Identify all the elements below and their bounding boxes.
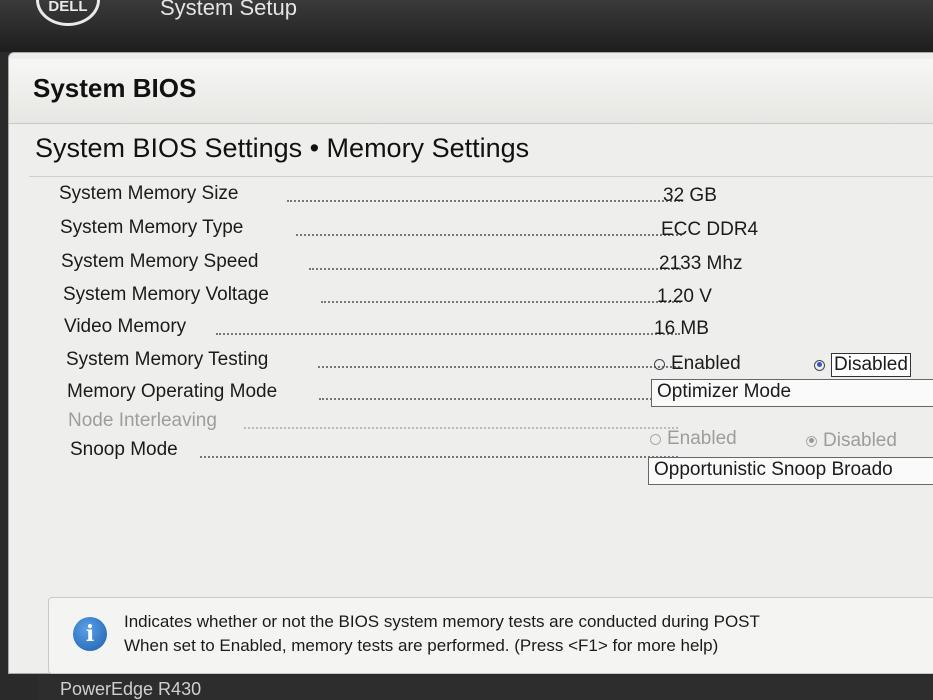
- leader-dots: [296, 234, 682, 236]
- setting-value: 1.20 V: [657, 286, 712, 307]
- leader-dots: [216, 333, 680, 335]
- model-name: PowerEdge R430: [60, 679, 202, 699]
- info-icon: i: [73, 617, 107, 651]
- setting-value: 2133 Mhz: [659, 253, 743, 274]
- top-bar: DELL System Setup: [0, 0, 933, 52]
- setting-row-memory-testing: System Memory Testing Enabled Disabled: [66, 349, 933, 377]
- leader-dots: [200, 456, 678, 458]
- app-title: System Setup: [160, 0, 297, 20]
- setting-label: Memory Operating Mode: [67, 381, 278, 402]
- page-title: System BIOS: [33, 73, 197, 103]
- main-panel: System BIOS System BIOS Settings • Memor…: [8, 52, 933, 674]
- leader-dots: [287, 200, 683, 202]
- page-header: System BIOS: [9, 59, 933, 124]
- setting-row-snoop-mode: Snoop Mode Opportunistic Snoop Broado: [70, 439, 933, 485]
- help-text-line-1: Indicates whether or not the BIOS system…: [124, 612, 760, 631]
- leader-dots: [309, 268, 681, 270]
- setting-label: System Memory Type: [60, 217, 244, 238]
- setting-row-node-interleaving: Node Interleaving Enabled Disabled: [68, 410, 933, 451]
- radio-label: Enabled: [671, 353, 741, 374]
- setting-label: System Memory Speed: [61, 251, 259, 272]
- breadcrumb: System BIOS Settings • Memory Settings: [35, 133, 530, 163]
- setting-row-memory-speed: System Memory Speed 2133 Mhz: [61, 251, 781, 277]
- leader-dots: [321, 301, 681, 303]
- setting-label: System Memory Size: [59, 183, 239, 204]
- help-panel: i Indicates whether or not the BIOS syst…: [48, 597, 933, 674]
- snoop-mode-select[interactable]: Opportunistic Snoop Broado: [648, 457, 933, 485]
- setting-label: System Memory Testing: [66, 349, 269, 370]
- radio-circle-icon: [654, 358, 665, 370]
- setting-row-video-memory: Video Memory 16 MB: [64, 316, 784, 342]
- radio-label: Disabled: [831, 353, 911, 377]
- operating-mode-select[interactable]: Optimizer Mode: [651, 379, 933, 407]
- setting-row-operating-mode: Memory Operating Mode Optimizer Mode: [67, 379, 933, 407]
- help-text-line-2: When set to Enabled, memory tests are pe…: [124, 636, 719, 655]
- setting-row-memory-type: System Memory Type ECC DDR4: [60, 217, 780, 243]
- dell-logo: DELL: [36, 0, 100, 26]
- setting-label: Snoop Mode: [70, 439, 178, 460]
- footer-bar: PowerEdge R430: [38, 676, 933, 700]
- setting-label: Node Interleaving: [68, 410, 217, 431]
- setting-label: Video Memory: [64, 316, 187, 337]
- leader-dots: [318, 366, 680, 368]
- setting-row-memory-voltage: System Memory Voltage 1.20 V: [63, 284, 783, 310]
- setting-row-memory-size: System Memory Size 32 GB: [59, 183, 779, 209]
- radio-disabled[interactable]: Disabled: [814, 353, 911, 377]
- divider: [29, 176, 933, 177]
- radio-selected-icon: [814, 359, 825, 371]
- setting-label: System Memory Voltage: [63, 284, 269, 305]
- setting-value: 16 MB: [654, 318, 709, 339]
- setting-value: 32 GB: [663, 185, 717, 206]
- radio-enabled[interactable]: Enabled: [654, 353, 741, 375]
- leader-dots: [244, 427, 678, 429]
- leader-dots: [319, 398, 679, 400]
- setting-value: ECC DDR4: [661, 219, 759, 240]
